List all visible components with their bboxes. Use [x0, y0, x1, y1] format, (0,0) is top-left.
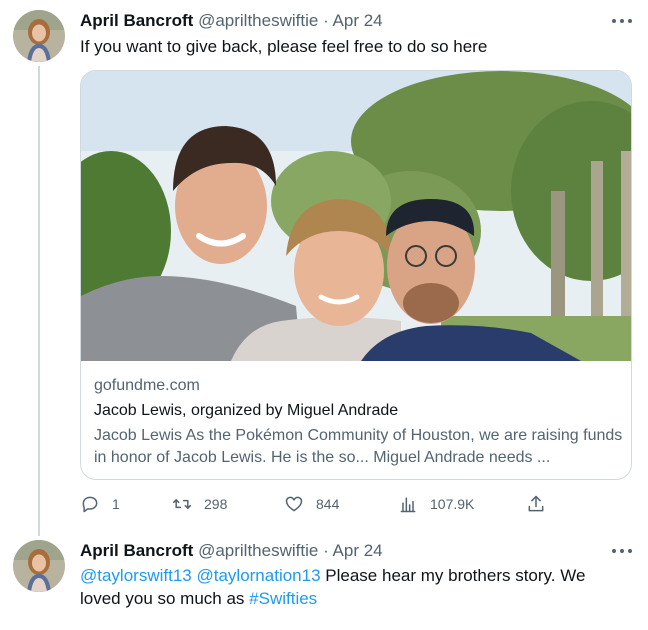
like-count: 844 [316, 496, 340, 512]
card-title: Jacob Lewis, organized by Miguel Andrade [94, 402, 399, 419]
heart-icon [285, 496, 303, 512]
avatar[interactable] [13, 10, 65, 62]
reply-button[interactable]: 1 [80, 492, 120, 516]
thread-connector-line [38, 66, 40, 536]
more-horizontal-icon[interactable] [612, 11, 632, 31]
tweet-header: April Bancroft @apriltheswiftie · Apr 24 [80, 541, 383, 561]
tweet-date[interactable]: Apr 24 [333, 11, 383, 30]
more-horizontal-icon[interactable] [612, 541, 632, 561]
share-button[interactable] [526, 492, 546, 516]
views-icon [400, 497, 416, 513]
views-button[interactable]: 107.9K [398, 492, 474, 516]
mention-link[interactable]: @taylornation13 [196, 566, 320, 585]
link-card[interactable]: gofundme.com Jacob Lewis, organized by M… [80, 70, 632, 480]
tweet-date[interactable]: Apr 24 [333, 541, 383, 560]
author-handle[interactable]: @apriltheswiftie [198, 541, 318, 560]
card-description: Jacob Lewis As the Pokémon Community of … [94, 427, 623, 466]
hashtag-link[interactable]: #Swifties [249, 589, 317, 608]
card-image [81, 71, 631, 361]
repost-button[interactable]: 298 [172, 492, 227, 516]
tweet-actions: 1 298 844 107.9K [80, 492, 632, 516]
avatar[interactable] [13, 540, 65, 592]
reply-count: 1 [112, 496, 120, 512]
header-separator: · [323, 11, 329, 30]
mention-link[interactable]: @taylorswift13 [80, 566, 192, 585]
tweet-text: If you want to give back, please feel fr… [80, 37, 488, 56]
views-count: 107.9K [430, 496, 475, 512]
share-icon [528, 495, 544, 512]
author-name[interactable]: April Bancroft [80, 541, 193, 560]
tweet-header: April Bancroft @apriltheswiftie · Apr 24 [80, 11, 383, 31]
repost-count: 298 [204, 496, 228, 512]
reply-icon [82, 496, 98, 513]
like-button[interactable]: 844 [284, 492, 339, 516]
tweet-text: @taylorswift13 @taylornation13 Please he… [80, 564, 630, 610]
author-handle[interactable]: @apriltheswiftie [198, 11, 318, 30]
card-body: gofundme.com Jacob Lewis, organized by M… [94, 375, 624, 469]
card-domain: gofundme.com [94, 377, 200, 394]
repost-icon [172, 499, 192, 509]
author-name[interactable]: April Bancroft [80, 11, 193, 30]
header-separator: · [323, 541, 329, 560]
